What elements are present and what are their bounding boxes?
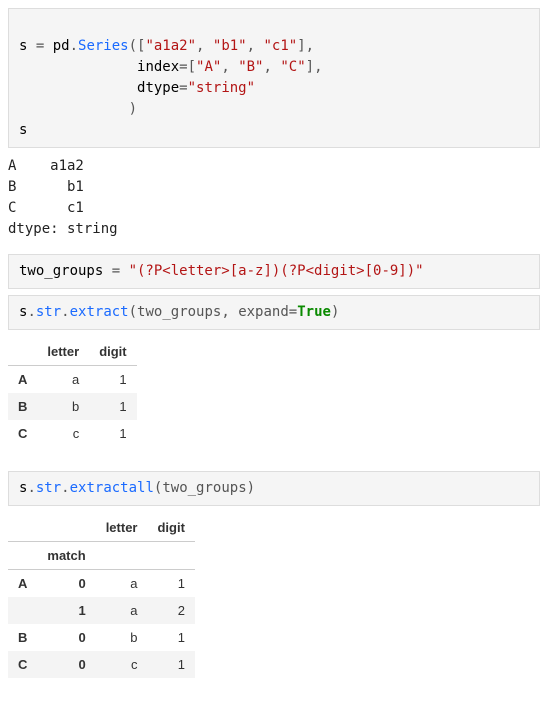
code-token: ,: [221, 59, 238, 75]
code-token: =: [179, 80, 187, 96]
cell: 1: [147, 624, 194, 651]
code-token: ,: [196, 38, 213, 54]
code-token: index: [19, 59, 179, 75]
row-index-0: [8, 597, 37, 624]
col-header: digit: [147, 514, 194, 542]
code-token: (two_groups, expand: [129, 304, 289, 320]
code-token: .: [61, 304, 69, 320]
code-token: ): [19, 101, 137, 117]
code-token: dtype: [19, 80, 179, 96]
col-header: digit: [89, 338, 136, 366]
table-row: A a 1: [8, 366, 137, 394]
code-token: .: [70, 38, 78, 54]
code-token: two_groups: [19, 263, 112, 279]
code-token: =[: [179, 59, 196, 75]
table-row: A 0 a 1: [8, 570, 195, 598]
code-token: Series: [78, 38, 129, 54]
code-token: .: [61, 480, 69, 496]
table-corner: [37, 514, 95, 542]
code-token: ,: [247, 38, 264, 54]
cell: 1: [89, 393, 136, 420]
code-token: .: [27, 304, 35, 320]
code-cell-3: s.str.extract(two_groups, expand=True): [8, 295, 540, 330]
row-index: A: [8, 366, 37, 394]
row-index-0: B: [8, 624, 37, 651]
code-token: =: [289, 304, 297, 320]
cell: b: [96, 624, 148, 651]
code-token: "c1": [263, 38, 297, 54]
row-index: B: [8, 393, 37, 420]
row-index-0: A: [8, 570, 37, 598]
row-index-1: 1: [37, 597, 95, 624]
code-token: extract: [70, 304, 129, 320]
cell: b: [37, 393, 89, 420]
code-token: "string": [188, 80, 255, 96]
code-token: "a1a2": [145, 38, 196, 54]
code-token: ],: [306, 59, 323, 75]
row-index-0: C: [8, 651, 37, 678]
code-token: "C": [280, 59, 305, 75]
code-token: ): [331, 304, 339, 320]
table-row: 1 a 2: [8, 597, 195, 624]
cell: c: [96, 651, 148, 678]
code-cell-4: s.str.extractall(two_groups): [8, 471, 540, 506]
code-token: pd: [53, 38, 70, 54]
code-token: (two_groups): [154, 480, 255, 496]
dataframe-extractall: letter digit match A 0 a 1 1 a 2 B 0 b 1: [8, 514, 195, 678]
cell: 1: [147, 570, 194, 598]
code-cell-2: two_groups = "(?P<letter>[a-z])(?P<digit…: [8, 254, 540, 289]
code-token: str: [36, 304, 61, 320]
code-cell-1: s = pd.Series(["a1a2", "b1", "c1"], inde…: [8, 8, 540, 148]
code-token: str: [36, 480, 61, 496]
code-token: s: [19, 122, 27, 138]
code-token: =: [36, 38, 53, 54]
code-token: "(?P<letter>[a-z])(?P<digit>[0-9])": [129, 263, 424, 279]
table-corner: [8, 514, 37, 542]
row-index-1: 0: [37, 570, 95, 598]
row-index-1: 0: [37, 624, 95, 651]
code-token: "B": [238, 59, 263, 75]
index-level-blank: [8, 542, 37, 570]
code-token: "A": [196, 59, 221, 75]
code-token: extractall: [70, 480, 154, 496]
code-token: ],: [297, 38, 314, 54]
row-index: C: [8, 420, 37, 447]
table-corner: [8, 338, 37, 366]
table-row: B b 1: [8, 393, 137, 420]
cell: 1: [89, 366, 136, 394]
cell: c: [37, 420, 89, 447]
cell: 1: [89, 420, 136, 447]
dataframe-extract: letter digit A a 1 B b 1 C c 1: [8, 338, 137, 447]
code-token: ,: [263, 59, 280, 75]
col-header: letter: [96, 514, 148, 542]
cell: 1: [147, 651, 194, 678]
table-row: C c 1: [8, 420, 137, 447]
col-header: letter: [37, 338, 89, 366]
code-token: True: [297, 304, 331, 320]
code-token: s: [19, 38, 36, 54]
cell: 2: [147, 597, 194, 624]
code-token: =: [112, 263, 129, 279]
index-level-name: match: [37, 542, 95, 570]
table-blank: [147, 542, 194, 570]
row-index-1: 0: [37, 651, 95, 678]
code-token: .: [27, 480, 35, 496]
cell: a: [96, 597, 148, 624]
cell: a: [37, 366, 89, 394]
code-token: ([: [129, 38, 146, 54]
table-row: C 0 c 1: [8, 651, 195, 678]
code-token: "b1": [213, 38, 247, 54]
cell: a: [96, 570, 148, 598]
table-row: B 0 b 1: [8, 624, 195, 651]
table-blank: [96, 542, 148, 570]
output-text-1: A a1a2 B b1 C c1 dtype: string: [8, 156, 540, 240]
